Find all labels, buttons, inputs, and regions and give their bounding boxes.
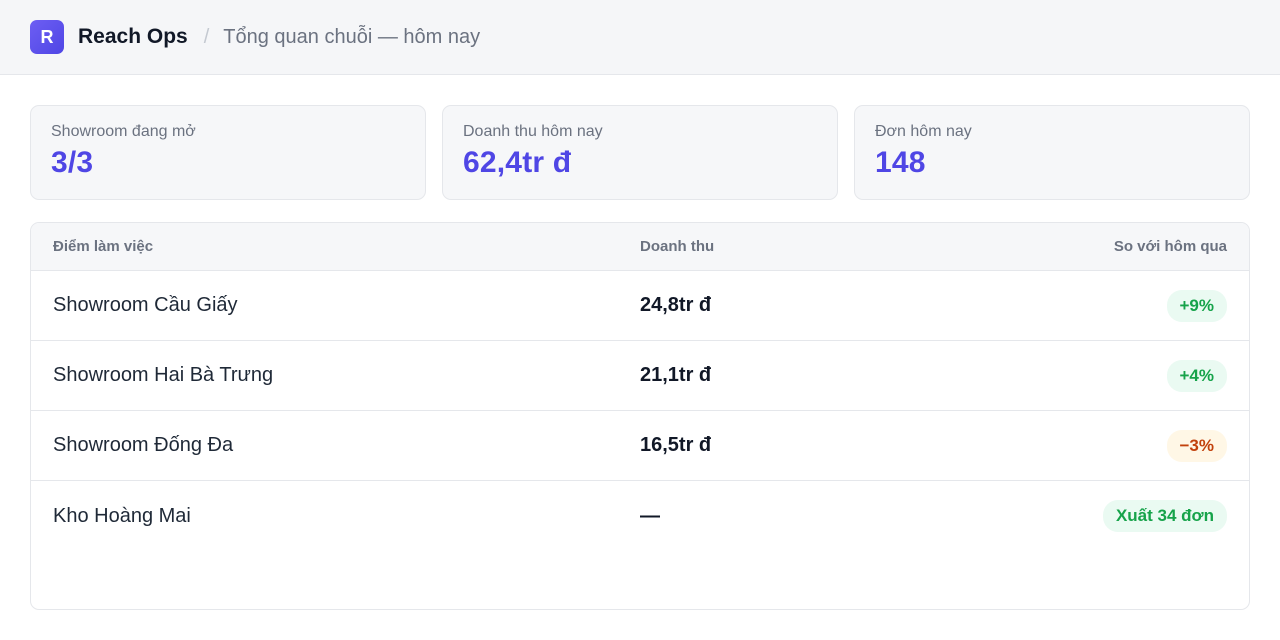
revenue-value: 24,8tr đ (640, 294, 712, 316)
location-name: Kho Hoàng Mai (53, 504, 191, 527)
stat-label: Đơn hôm nay (875, 123, 972, 140)
stat-label: Doanh thu hôm nay (463, 123, 603, 140)
column-header-change[interactable]: So với hôm qua (1040, 238, 1227, 255)
stat-label: Showroom đang mở (51, 123, 196, 140)
app-logo[interactable]: R (30, 20, 64, 54)
revenue-value: 21,1tr đ (640, 364, 712, 386)
table-row[interactable]: Showroom Cầu Giấy 24,8tr đ +9% (31, 271, 1249, 341)
stat-card-revenue-today: Doanh thu hôm nay 62,4tr đ (442, 105, 838, 200)
table-row[interactable]: Kho Hoàng Mai — Xuất 34 đơn (31, 481, 1249, 551)
change-badge: +9% (1166, 289, 1227, 322)
top-bar: R Reach Ops / Tổng quan chuỗi — hôm nay (0, 0, 1280, 75)
stat-value: 3/3 (51, 146, 94, 179)
stat-card-showrooms-open: Showroom đang mở 3/3 (30, 105, 426, 200)
revenue-value: 16,5tr đ (640, 434, 712, 456)
table-row[interactable]: Showroom Đống Đa 16,5tr đ −3% (31, 411, 1249, 481)
stat-value: 62,4tr đ (463, 146, 572, 179)
table-row[interactable]: Showroom Hai Bà Trưng 21,1tr đ +4% (31, 341, 1249, 411)
locations-table: Điểm làm việc Doanh thu So với hôm qua S… (30, 222, 1250, 610)
location-name: Showroom Đống Đa (53, 434, 234, 456)
stat-value: 148 (875, 146, 926, 179)
change-badge: +4% (1166, 359, 1227, 392)
stat-card-orders-today: Đơn hôm nay 148 (854, 105, 1250, 200)
table-header: Điểm làm việc Doanh thu So với hôm qua (31, 223, 1249, 271)
column-header-revenue[interactable]: Doanh thu (640, 238, 1040, 255)
change-badge: −3% (1166, 429, 1227, 462)
revenue-value: — (640, 504, 660, 527)
status-badge: Xuất 34 đơn (1102, 500, 1227, 532)
app-name[interactable]: Reach Ops (78, 25, 188, 49)
location-name: Showroom Hai Bà Trưng (53, 364, 274, 386)
column-header-location[interactable]: Điểm làm việc (53, 238, 640, 255)
breadcrumb: Tổng quan chuỗi — hôm nay (223, 25, 481, 48)
breadcrumb-separator: / (203, 25, 210, 48)
location-name: Showroom Cầu Giấy (53, 294, 238, 316)
stats-row: Showroom đang mở 3/3 Doanh thu hôm nay 6… (30, 105, 1250, 200)
